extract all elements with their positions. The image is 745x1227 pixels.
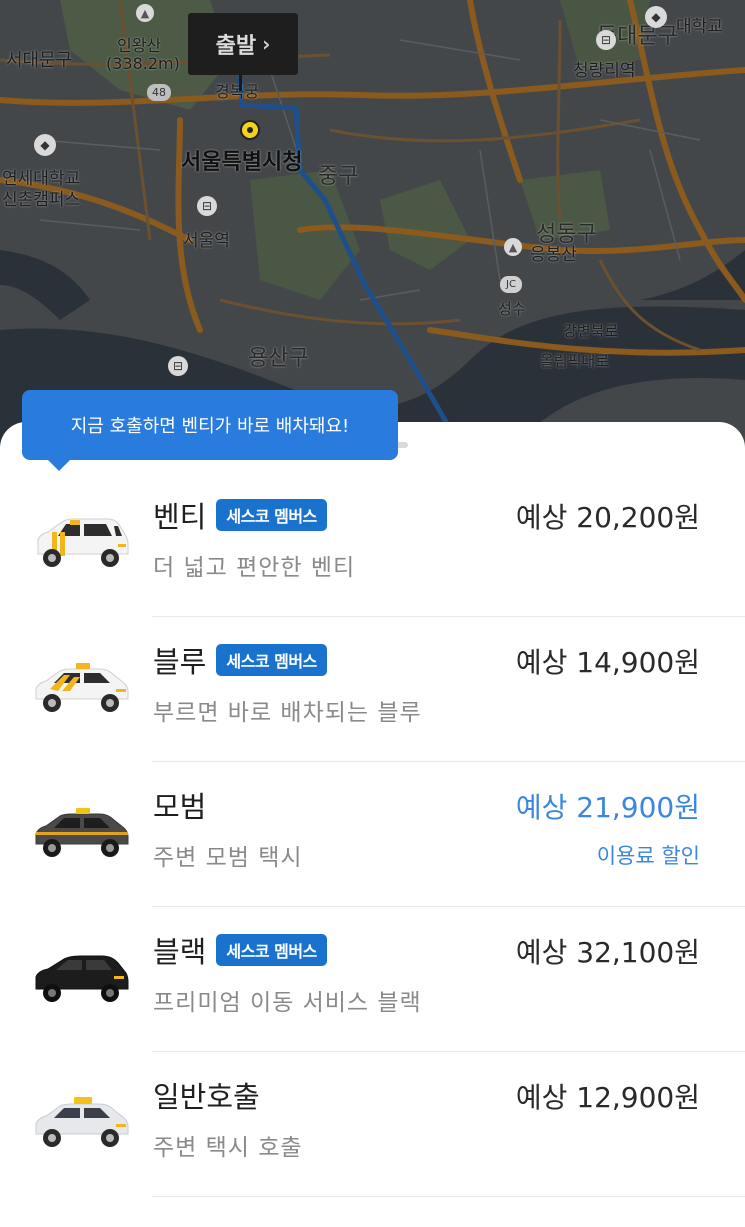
tooltip-text: 지금 호출하면 벤티가 바로 배차돼요! [70,416,350,437]
ride-name: 벤티 [153,500,207,534]
cesco-members-badge: 세스코 멤버스 [216,499,327,531]
ride-estimated-price: 예상 20,200원 [515,501,700,534]
map-label-gangbyeon: 강변북로 [563,322,619,340]
venti-car-icon [37,518,129,567]
ride-option-general-call[interactable]: 일반호출 주변 택시 호출 예상 12,900원 [0,1052,745,1197]
ride-name-line: 벤티 세스코 멤버스 [153,494,327,536]
fee-discount-label: 이용료 할인 [596,844,700,868]
train-station-icon: ⊟ [168,356,188,376]
tooltip-tail [46,458,72,471]
ride-name: 일반호출 [153,1080,260,1114]
ride-description: 부르면 바로 배차되는 블루 [153,700,422,726]
map-label-sinchon: 신촌캠퍼스 [2,190,81,210]
black-car-icon [35,955,129,1002]
ride-name-line: 일반호출 [153,1074,260,1116]
train-station-icon: ⊟ [197,196,217,216]
ride-option-venti[interactable]: 벤티 세스코 멤버스 더 넓고 편안한 벤티 예상 20,200원 [0,472,745,617]
ride-estimated-price: 예상 14,900원 [515,646,700,679]
map-label-gyeongbokgung: 경복궁 [215,82,260,101]
venti-dispatch-tooltip: 지금 호출하면 벤티가 바로 배차돼요! [22,390,398,460]
ride-name-line: 블루 세스코 멤버스 [153,639,327,681]
ride-description: 주변 모범 택시 [153,845,303,871]
depart-pin-stem [239,75,242,91]
map-label-junggu: 중구 [318,164,359,189]
cesco-members-badge: 세스코 멤버스 [216,644,327,676]
ride-name-line: 모범 [153,784,206,826]
depart-button[interactable]: 출발 › [188,13,298,75]
ride-name: 블랙 [153,935,207,969]
train-station-icon: ⊟ [596,30,616,50]
map-label-seodaemungu: 서대문구 [6,50,73,71]
map-label-inwangsan-height: (338.2m) [106,54,180,73]
ride-option-blue[interactable]: 블루 세스코 멤버스 부르면 바로 배차되는 블루 예상 14,900원 [0,617,745,762]
ride-name: 블루 [153,645,207,679]
ride-name: 모범 [153,790,207,824]
ride-option-mobeom[interactable]: 모범 주변 모범 택시 예상 21,900원 이용료 할인 [0,762,745,907]
ride-option-black[interactable]: 블랙 세스코 멤버스 프리미엄 이동 서비스 블랙 예상 32,100원 [0,907,745,1052]
map-label-inwangsan: 인왕산 [117,36,162,55]
map-label-yongsangu: 용산구 [248,346,309,371]
ride-description: 더 넓고 편안한 벤티 [153,555,356,581]
map-label-eungbongsan: 응봉산 [530,245,577,265]
row-divider [152,1196,745,1197]
depart-label: 출발 [215,34,257,59]
mountain-icon: ▲ [136,4,154,22]
map-label-cheongnyangni: 청량리역 [573,61,636,81]
ride-description: 주변 택시 호출 [153,1135,303,1161]
ride-options-sheet: 벤티 세스코 멤버스 더 넓고 편안한 벤티 예상 20,200원 블루 세스코… [0,422,745,1227]
blue-taxi-icon [35,663,129,712]
ride-name-line: 블랙 세스코 멤버스 [153,929,327,971]
chevron-right-icon: › [262,32,271,56]
map-label-univ: 대학교 [676,17,723,37]
ride-estimated-price: 예상 21,900원 [515,791,700,824]
cesco-members-badge: 세스코 멤버스 [216,934,327,966]
ride-estimated-price: 예상 12,900원 [515,1081,700,1114]
school-icon: ◆ [34,134,56,156]
general-taxi-icon [35,1097,129,1147]
map-label-seongsu: 성수 [498,300,526,318]
ride-estimated-price: 예상 32,100원 [515,936,700,969]
junction-icon: JC [500,276,522,293]
map-label-seoul-station: 서울역 [183,231,230,251]
school-icon: ◆ [645,6,667,28]
route-shield-icon: 48 [147,84,171,101]
map-label-city-hall: 서울특별시청 [181,150,303,175]
mountain-icon: ▲ [504,238,522,256]
deluxe-taxi-icon [35,808,129,857]
map-label-olympic: 올림픽대로 [540,352,610,370]
ride-description: 프리미엄 이동 서비스 블랙 [153,990,422,1016]
